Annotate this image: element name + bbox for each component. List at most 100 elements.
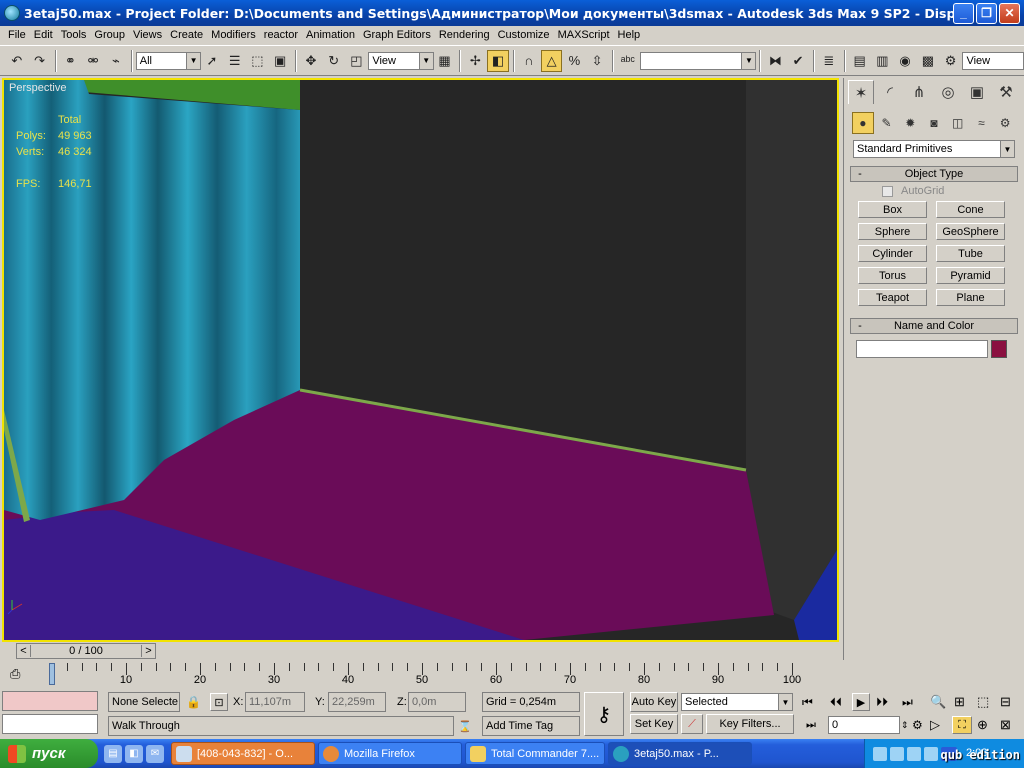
autogrid-checkbox[interactable] — [882, 185, 893, 197]
start-button[interactable]: пуск — [0, 739, 98, 768]
key-mode-toggle-icon[interactable]: ⏭ — [806, 716, 816, 734]
schematic-view-icon[interactable]: ▥ — [871, 50, 893, 72]
helpers-icon[interactable]: ◫ — [947, 112, 969, 134]
create-tab-icon[interactable]: ✶ — [848, 80, 874, 104]
display-tab-icon[interactable]: ▣ — [964, 80, 990, 104]
spinner-icon[interactable]: ⇕ — [901, 716, 909, 734]
quick-launch-icon[interactable]: ▤ — [104, 744, 122, 763]
taskbar-item[interactable]: Mozilla Firefox — [318, 742, 462, 765]
time-configuration-icon[interactable]: ⚙ — [912, 716, 923, 734]
absolute-mode-icon[interactable]: ⊡ — [210, 693, 228, 711]
menu-tools[interactable]: Tools — [57, 29, 91, 41]
tube-button[interactable]: Tube — [936, 245, 1005, 262]
sphere-button[interactable]: Sphere — [858, 223, 927, 240]
menu-modifiers[interactable]: Modifiers — [207, 29, 260, 41]
angle-snap-icon[interactable]: △ — [540, 49, 563, 72]
menu-graph-editors[interactable]: Graph Editors — [359, 29, 435, 41]
rollout-toggle[interactable]: - — [851, 320, 869, 332]
box-button[interactable]: Box — [858, 201, 927, 218]
lock-icon[interactable]: 🔒 — [186, 693, 201, 711]
select-by-name-icon[interactable]: ☰ — [224, 50, 246, 72]
redo-icon[interactable]: ↷ — [29, 50, 51, 72]
menu-rendering[interactable]: Rendering — [435, 29, 494, 41]
minimize-button[interactable]: _ — [953, 2, 974, 24]
hierarchy-tab-icon[interactable]: ⋔ — [906, 80, 932, 104]
zoom-icon[interactable]: 🔍 — [930, 693, 946, 711]
menu-help[interactable]: Help — [614, 29, 645, 41]
tray-icon[interactable] — [890, 746, 904, 761]
set-key-button[interactable]: Set Key — [630, 714, 678, 734]
x-coordinate-field[interactable]: 11,107m — [245, 692, 305, 712]
menu-create[interactable]: Create — [166, 29, 207, 41]
taskbar-item[interactable]: [408-043-832] - О... — [171, 742, 315, 765]
close-button[interactable]: ✕ — [999, 2, 1020, 24]
rectangular-selection-icon[interactable]: ⬚ — [247, 50, 269, 72]
taskbar-item[interactable]: 3etaj50.max - P... — [608, 742, 752, 765]
pyramid-button[interactable]: Pyramid — [936, 267, 1005, 284]
z-coordinate-field[interactable]: 0,0m — [408, 692, 466, 712]
teapot-button[interactable]: Teapot — [858, 289, 927, 306]
select-and-rotate-icon[interactable]: ↻ — [323, 50, 345, 72]
edit-named-selection-icon[interactable]: ᵃᵇᶜ — [617, 50, 639, 72]
mirror-icon[interactable]: ⧓ — [764, 50, 786, 72]
go-to-end-icon[interactable]: ⏭ — [902, 693, 913, 711]
taskbar-item[interactable]: Total Commander 7.... — [465, 742, 605, 765]
undo-icon[interactable]: ↶ — [6, 50, 28, 72]
lights-icon[interactable]: ✹ — [899, 112, 921, 134]
time-slider[interactable]: < 0 / 100 > — [16, 643, 156, 659]
rollout-toggle[interactable]: - — [851, 168, 869, 180]
perspective-viewport[interactable]: Perspective Total Polys: 49 963 Verts: 46 … — [2, 78, 839, 642]
chevron-left-icon[interactable]: < — [17, 645, 31, 657]
spinner-snap-icon[interactable]: ⇳ — [586, 50, 608, 72]
cylinder-button[interactable]: Cylinder — [858, 245, 927, 262]
key-mode-dropdown[interactable]: Selected ▼ — [681, 693, 793, 711]
select-and-manipulate-icon[interactable]: ✢ — [464, 50, 486, 72]
quick-render-icon[interactable]: ⚙ — [940, 50, 962, 72]
track-bar[interactable]: 0102030405060708090100 — [46, 661, 836, 689]
current-frame-field[interactable]: 0 — [828, 716, 900, 734]
previous-frame-icon[interactable]: ⏴⏴ — [830, 693, 842, 711]
object-color-swatch[interactable] — [991, 340, 1007, 358]
zoom-extents-all-icon[interactable]: ⊟ — [1000, 693, 1011, 711]
key-filters-button[interactable]: Key Filters... — [706, 714, 794, 734]
maximize-viewport-icon[interactable]: ⊠ — [1000, 716, 1011, 734]
orbit-icon[interactable]: ⊕ — [977, 716, 988, 734]
snaps-toggle-icon[interactable]: ∩ — [518, 50, 540, 72]
maxscript-listener-white[interactable] — [2, 714, 98, 734]
quick-launch-icon[interactable]: ✉ — [146, 744, 164, 763]
named-selection-dropdown[interactable]: ▼ — [639, 51, 757, 70]
select-and-move-icon[interactable]: ✥ — [300, 50, 322, 72]
tray-icon[interactable] — [907, 746, 921, 761]
window-crossing-icon[interactable]: ▣ — [269, 50, 291, 72]
name-color-rollout-header[interactable]: - Name and Color — [850, 318, 1018, 334]
next-frame-icon[interactable]: ⏵⏵ — [876, 693, 888, 711]
go-to-start-icon[interactable]: ⏮ — [802, 693, 813, 711]
select-object-icon[interactable]: ➚ — [201, 50, 223, 72]
menu-edit[interactable]: Edit — [30, 29, 57, 41]
quick-launch-icon[interactable]: ◧ — [125, 744, 143, 763]
y-coordinate-field[interactable]: 22,259m — [328, 692, 386, 712]
layer-manager-icon[interactable]: ≣ — [818, 50, 840, 72]
restore-button[interactable]: ❐ — [976, 2, 997, 24]
cone-button[interactable]: Cone — [936, 201, 1005, 218]
geosphere-button[interactable]: GeoSphere — [936, 223, 1005, 240]
zoom-all-icon[interactable]: ⊞ — [954, 693, 965, 711]
time-cursor[interactable] — [49, 663, 55, 685]
object-name-input[interactable] — [856, 340, 988, 358]
tray-icon[interactable] — [873, 746, 887, 761]
mini-listener-icon[interactable]: ⎙ — [10, 666, 30, 684]
menu-customize[interactable]: Customize — [494, 29, 554, 41]
field-of-view-icon[interactable]: ▷ — [930, 716, 940, 734]
primitive-type-dropdown[interactable]: Standard Primitives ▼ — [853, 140, 1015, 158]
align-icon[interactable]: ✔ — [787, 50, 809, 72]
select-and-link-icon[interactable]: ⚭ — [60, 50, 82, 72]
menu-group[interactable]: Group — [90, 29, 129, 41]
torus-button[interactable]: Torus — [858, 267, 927, 284]
shapes-icon[interactable]: ✎ — [876, 112, 898, 134]
reference-coordinate-dropdown[interactable]: View ▼ — [368, 51, 434, 70]
plane-button[interactable]: Plane — [936, 289, 1005, 306]
geometry-icon[interactable]: ● — [852, 112, 874, 134]
menu-file[interactable]: File — [4, 29, 30, 41]
motion-tab-icon[interactable]: ◎ — [935, 80, 961, 104]
utilities-tab-icon[interactable]: ⚒ — [993, 80, 1019, 104]
